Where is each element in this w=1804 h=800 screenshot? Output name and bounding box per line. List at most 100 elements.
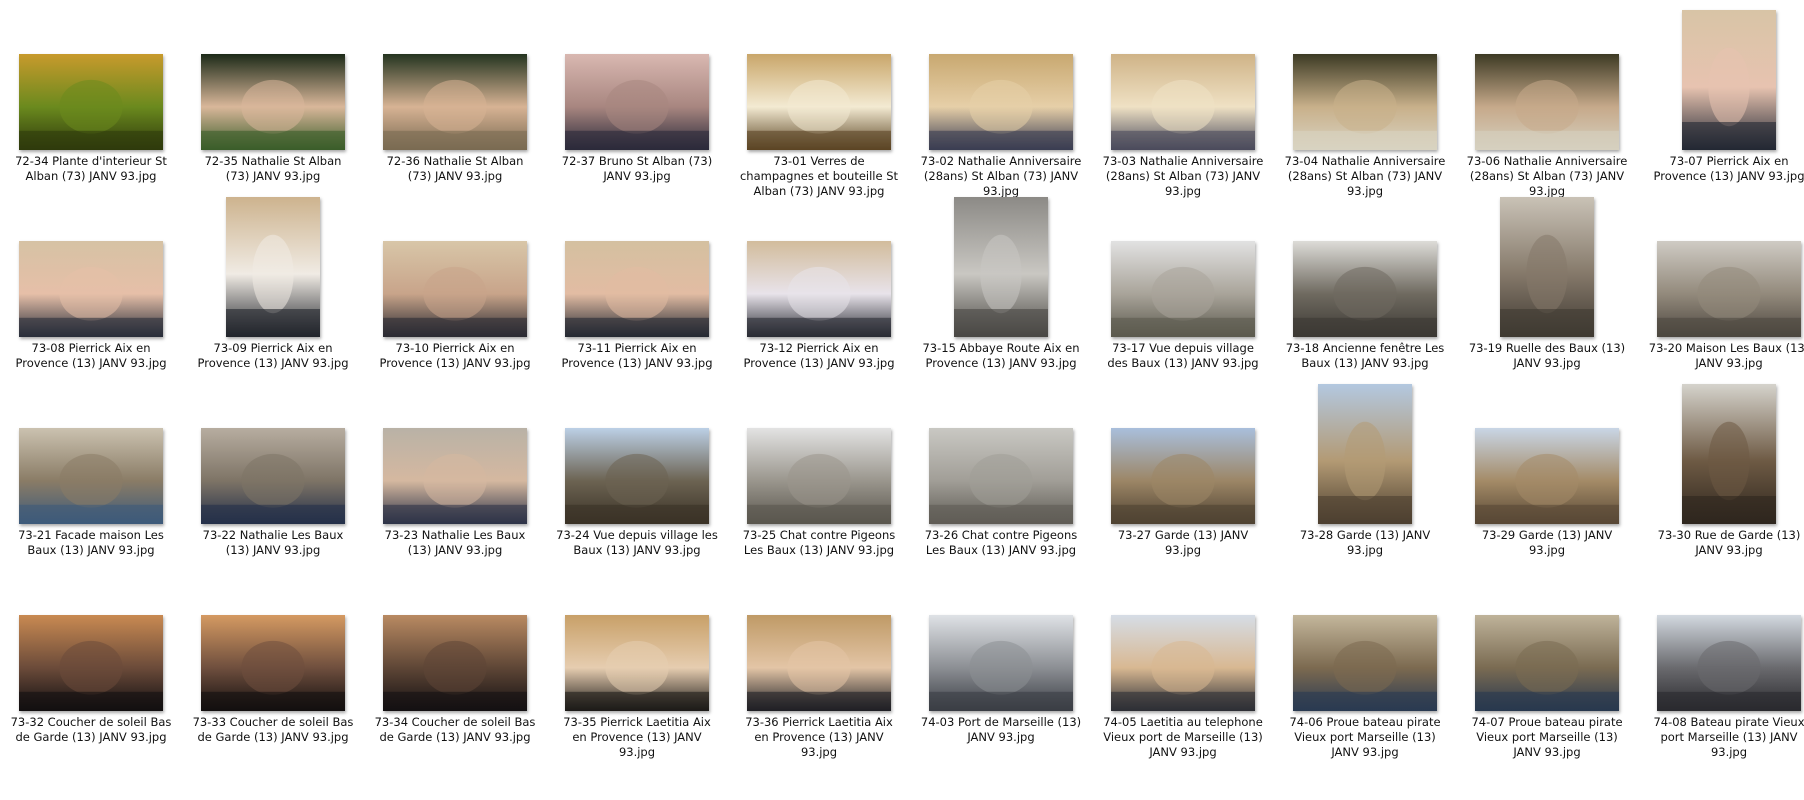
file-item[interactable]: 74-07 Proue bateau pirate Vieux port Mar… [1459,566,1635,759]
photo-thumbnail [201,428,345,524]
file-item[interactable]: 74-06 Proue bateau pirate Vieux port Mar… [1277,566,1453,759]
file-item[interactable]: 73-33 Coucher de soleil Bas de Garde (13… [185,566,361,751]
file-item[interactable]: 73-11 Pierrick Aix en Provence (13) JANV… [549,192,725,377]
file-item[interactable]: 73-21 Facade maison Les Baux (13) JANV 9… [3,379,179,564]
file-name-label: 73-20 Maison Les Baux (13) JANV 93.jpg [1648,341,1804,370]
thumbnail-frame [367,5,543,150]
file-item[interactable]: 73-25 Chat contre Pigeons Les Baux (13) … [731,379,907,564]
file-item[interactable]: 73-29 Garde (13) JANV 93.jpg [1459,379,1635,564]
file-item[interactable]: 73-18 Ancienne fenêtre Les Baux (13) JAN… [1277,192,1453,377]
file-name-label: 73-29 Garde (13) JANV 93.jpg [1481,528,1613,557]
thumbnail-frame [913,5,1089,150]
file-item[interactable]: 73-32 Coucher de soleil Bas de Garde (13… [3,566,179,751]
file-item[interactable]: 73-06 Nathalie Anniversaire (28ans) St A… [1459,5,1635,198]
file-name-label: 72-34 Plante d'interieur St Alban (73) J… [15,154,167,183]
thumbnail-frame [913,566,1089,711]
photo-thumbnail [954,197,1048,337]
photo-thumbnail [19,615,163,711]
thumbnail-frame [1641,566,1804,711]
file-name-label: 73-21 Facade maison Les Baux (13) JANV 9… [18,528,164,557]
thumbnail-frame [1459,379,1635,524]
photo-thumbnail [747,615,891,711]
file-item[interactable]: 74-03 Port de Marseille (13) JANV 93.jpg [913,566,1089,751]
thumbnail-frame [185,566,361,711]
file-item[interactable]: 73-22 Nathalie Les Baux (13) JANV 93.jpg [185,379,361,564]
photo-thumbnail [1682,384,1776,524]
thumbnail-frame [367,192,543,337]
file-item[interactable]: 73-03 Nathalie Anniversaire (28ans) St A… [1095,5,1271,198]
photo-thumbnail [201,615,345,711]
thumbnail-frame [1095,5,1271,150]
file-item[interactable]: 73-30 Rue de Garde (13) JANV 93.jpg [1641,379,1804,564]
file-item[interactable]: 73-04 Nathalie Anniversaire (28ans) St A… [1277,5,1453,198]
file-item[interactable]: 73-15 Abbaye Route Aix en Provence (13) … [913,192,1089,377]
file-item[interactable]: 72-34 Plante d'interieur St Alban (73) J… [3,5,179,190]
file-item[interactable]: 73-20 Maison Les Baux (13) JANV 93.jpg [1641,192,1804,377]
file-item[interactable]: 73-02 Nathalie Anniversaire (28ans) St A… [913,5,1089,198]
file-item[interactable]: 73-19 Ruelle des Baux (13) JANV 93.jpg [1459,192,1635,377]
photo-thumbnail [1682,10,1776,150]
photo-thumbnail [1500,197,1594,337]
file-item[interactable]: 72-36 Nathalie St Alban (73) JANV 93.jpg [367,5,543,190]
file-item[interactable]: 73-28 Garde (13) JANV 93.jpg [1277,379,1453,564]
photo-thumbnail [1657,241,1801,337]
file-name-label: 73-11 Pierrick Aix en Provence (13) JANV… [561,341,713,370]
file-name-label: 73-33 Coucher de soleil Bas de Garde (13… [192,715,354,744]
file-name-label: 72-35 Nathalie St Alban (73) JANV 93.jpg [204,154,342,183]
file-item[interactable]: 73-26 Chat contre Pigeons Les Baux (13) … [913,379,1089,564]
photo-thumbnail [19,428,163,524]
file-name-label: 73-07 Pierrick Aix en Provence (13) JANV… [1653,154,1804,183]
file-item[interactable]: 73-12 Pierrick Aix en Provence (13) JANV… [731,192,907,377]
thumbnail-frame [1277,566,1453,711]
photo-thumbnail [226,197,320,337]
file-item[interactable]: 73-35 Pierrick Laetitia Aix en Provence … [549,566,725,759]
thumbnail-frame [185,379,361,524]
file-name-label: 73-15 Abbaye Route Aix en Provence (13) … [922,341,1080,370]
file-item[interactable]: 73-34 Coucher de soleil Bas de Garde (13… [367,566,543,751]
file-name-label: 73-30 Rue de Garde (13) JANV 93.jpg [1657,528,1801,557]
photo-thumbnail [565,428,709,524]
file-name-label: 73-32 Coucher de soleil Bas de Garde (13… [10,715,172,744]
photo-thumbnail [1318,384,1412,524]
thumbnail-frame [1641,192,1804,337]
photo-thumbnail [1111,241,1255,337]
file-item[interactable]: 74-05 Laetitia au telephone Vieux port d… [1095,566,1271,759]
thumbnail-frame [731,192,907,337]
photo-thumbnail [565,54,709,150]
thumbnail-frame [731,566,907,711]
file-item[interactable]: 73-09 Pierrick Aix en Provence (13) JANV… [185,192,361,377]
file-item[interactable]: 73-07 Pierrick Aix en Provence (13) JANV… [1641,5,1804,190]
file-item[interactable]: 73-27 Garde (13) JANV 93.jpg [1095,379,1271,564]
file-item[interactable]: 72-35 Nathalie St Alban (73) JANV 93.jpg [185,5,361,190]
file-item[interactable]: 74-08 Bateau pirate Vieux port Marseille… [1641,566,1804,759]
file-item[interactable]: 73-17 Vue depuis village des Baux (13) J… [1095,192,1271,377]
thumbnail-frame [1459,5,1635,150]
file-item[interactable]: 72-37 Bruno St Alban (73) JANV 93.jpg [549,5,725,190]
thumbnail-frame [185,192,361,337]
thumbnail-frame [3,566,179,711]
photo-thumbnail [565,241,709,337]
file-name-label: 73-27 Garde (13) JANV 93.jpg [1117,528,1249,557]
thumbnail-frame [731,379,907,524]
photo-thumbnail [747,54,891,150]
photo-thumbnail [1475,54,1619,150]
file-item[interactable]: 73-36 Pierrick Laetitia Aix en Provence … [731,566,907,759]
thumbnail-frame [731,5,907,150]
file-item[interactable]: 73-10 Pierrick Aix en Provence (13) JANV… [367,192,543,377]
file-name-label: 74-06 Proue bateau pirate Vieux port Mar… [1289,715,1441,759]
file-name-label: 73-25 Chat contre Pigeons Les Baux (13) … [742,528,896,557]
photo-thumbnail [383,428,527,524]
thumbnail-frame [367,566,543,711]
file-name-label: 73-24 Vue depuis village les Baux (13) J… [556,528,718,557]
file-item[interactable]: 73-23 Nathalie Les Baux (13) JANV 93.jpg [367,379,543,564]
thumbnail-frame [3,5,179,150]
thumbnail-frame [3,379,179,524]
photo-thumbnail [565,615,709,711]
file-item[interactable]: 73-08 Pierrick Aix en Provence (13) JANV… [3,192,179,377]
thumbnail-frame [1095,192,1271,337]
file-item[interactable]: 73-24 Vue depuis village les Baux (13) J… [549,379,725,564]
photo-thumbnail [747,428,891,524]
file-item[interactable]: 73-01 Verres de champagnes et bouteille … [731,5,907,198]
file-name-label: 73-08 Pierrick Aix en Provence (13) JANV… [15,341,167,370]
thumbnail-frame [1641,5,1804,150]
